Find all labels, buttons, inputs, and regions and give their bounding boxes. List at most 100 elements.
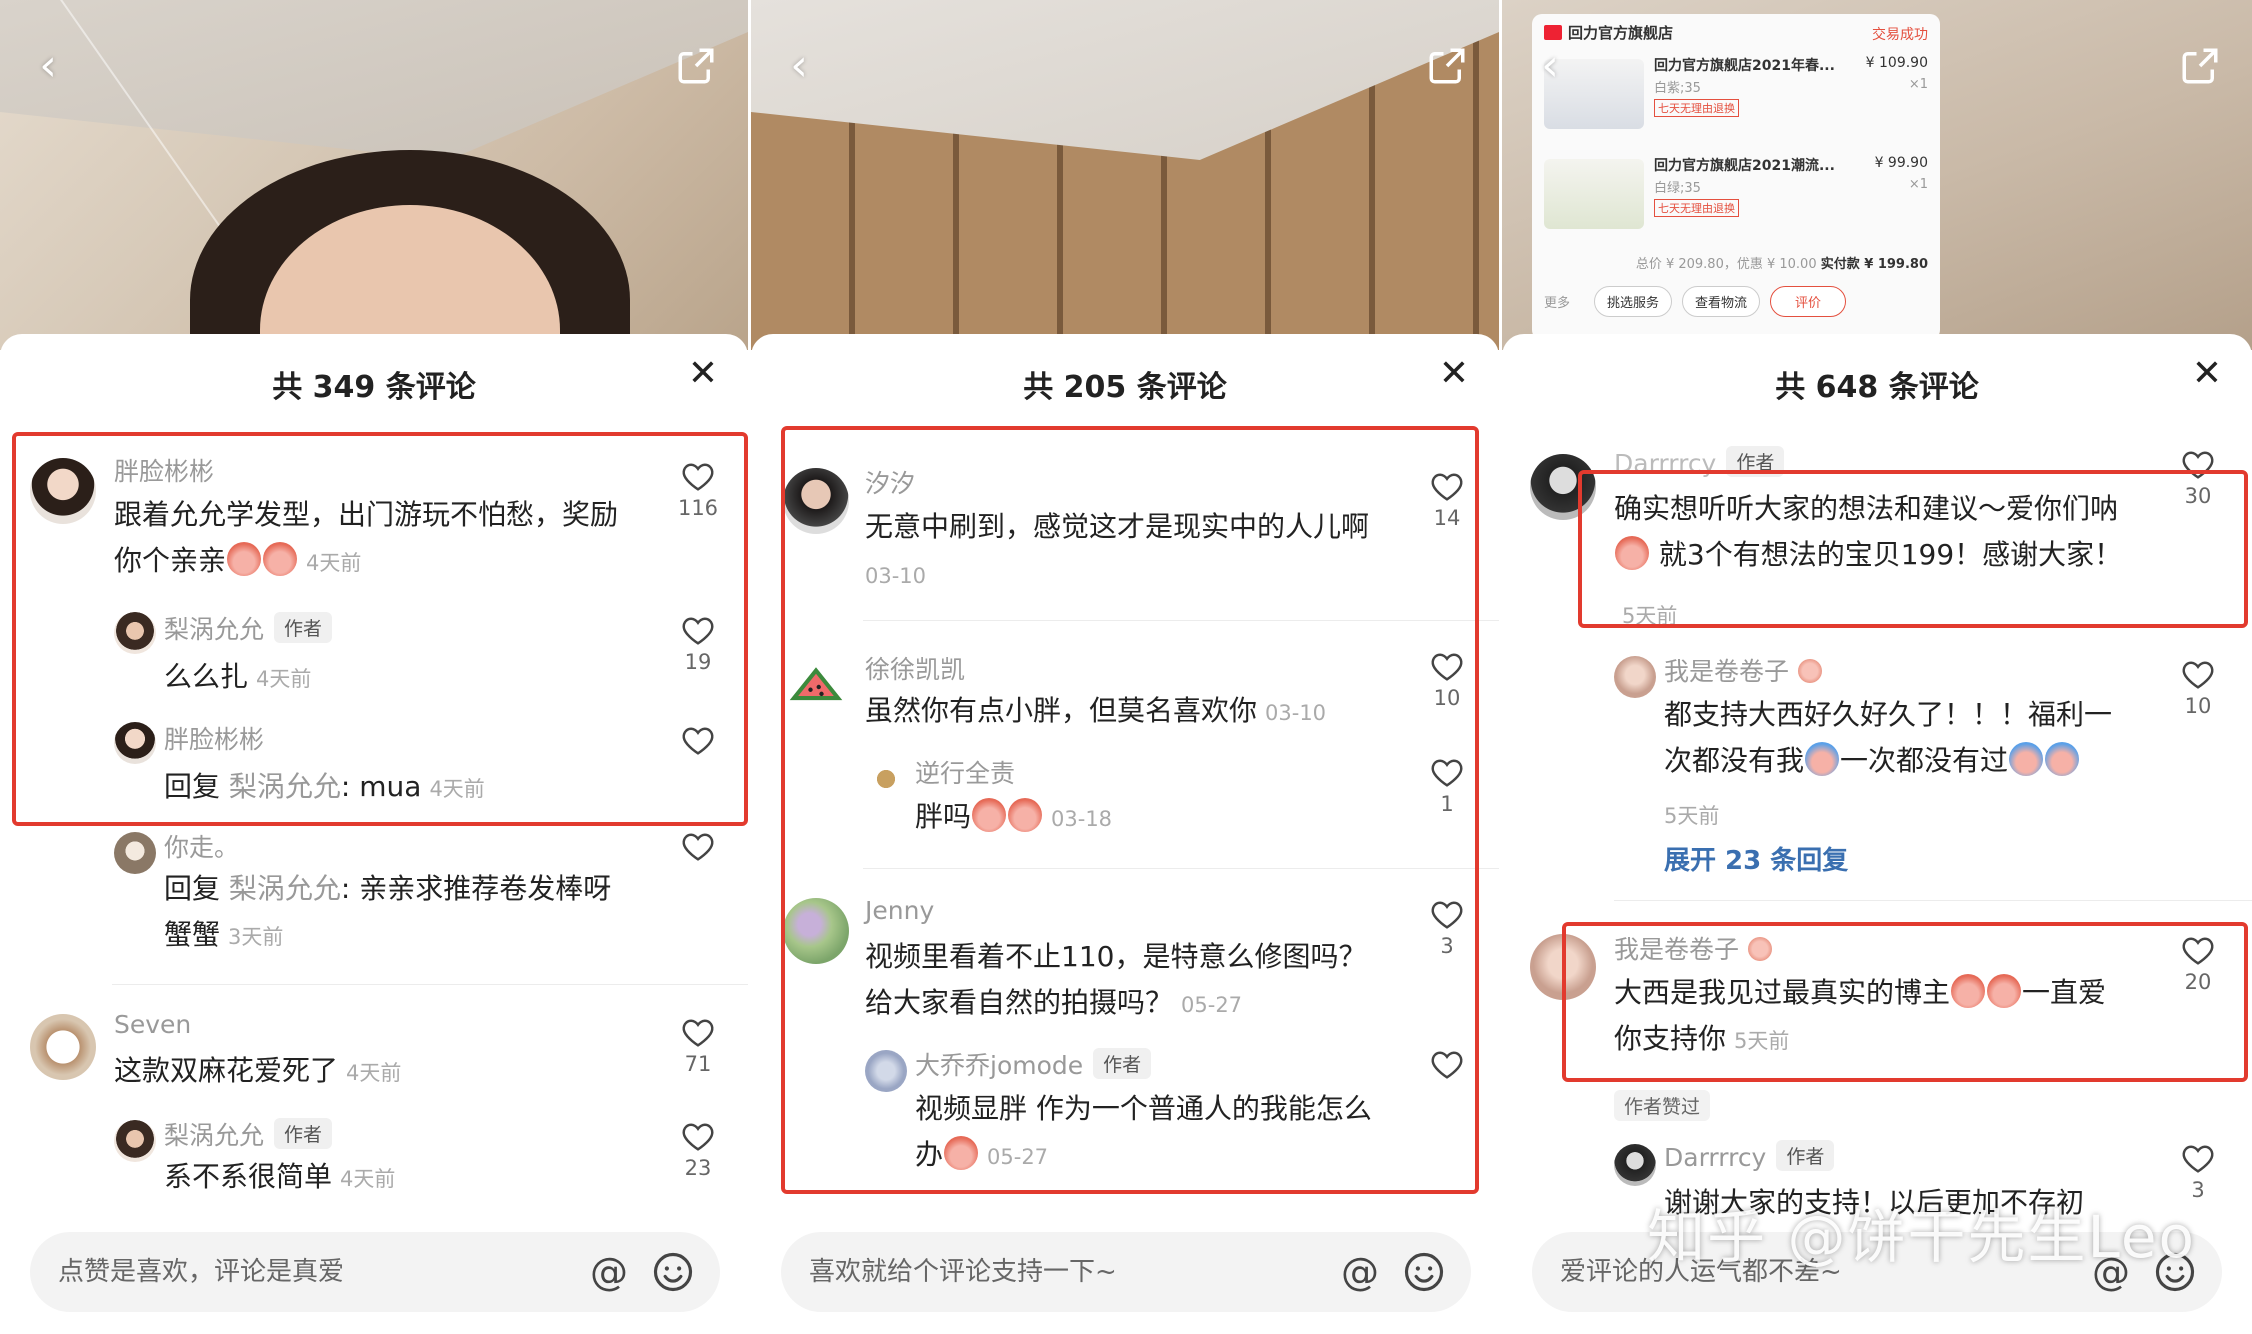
like-button[interactable]: 116 bbox=[668, 462, 728, 520]
comment-author[interactable]: 徐徐凯凯 bbox=[865, 650, 965, 686]
like-button[interactable]: 10 bbox=[2168, 660, 2228, 718]
close-icon[interactable]: ✕ bbox=[2192, 356, 2222, 392]
comment-time: 5天前 bbox=[1734, 1029, 1790, 1053]
avatar[interactable] bbox=[783, 654, 849, 720]
close-icon[interactable]: ✕ bbox=[1439, 356, 1469, 392]
avatar[interactable] bbox=[783, 468, 849, 534]
video-background: 回力官方旗舰店 交易成功 回力官方旗舰店2021年春... ¥ 109.90 白… bbox=[1502, 0, 2252, 350]
avatar[interactable] bbox=[1614, 656, 1656, 698]
comment-text: 跟着允允学发型，出门游玩不怕愁，奖励 bbox=[114, 498, 619, 531]
comment-author[interactable]: 我是卷卷子 bbox=[1664, 652, 1823, 688]
at-icon[interactable]: @ bbox=[588, 1251, 630, 1293]
comment-sheet: 共 349 条评论 ✕ 胖脸彬彬 跟着允允学发型，出门游玩不怕愁，奖励 你个亲亲… bbox=[0, 334, 748, 1334]
author-badge: 作者 bbox=[274, 1118, 333, 1149]
at-icon[interactable]: @ bbox=[1339, 1251, 1381, 1293]
avatar[interactable] bbox=[114, 612, 156, 654]
emoji-icon bbox=[944, 1136, 979, 1170]
comment-text: 大西是我见过最真实的博主 一直爱 bbox=[1614, 974, 2107, 1009]
share-icon[interactable] bbox=[672, 42, 720, 90]
emoji-icon bbox=[1008, 798, 1043, 832]
comment-author[interactable]: Darrrrcy 作者 bbox=[1664, 1140, 1835, 1172]
like-button[interactable] bbox=[668, 832, 728, 862]
comment-time: 4天前 bbox=[346, 1061, 402, 1085]
panel-1: ‹ 共 349 条评论 ✕ 胖脸彬彬 跟着允允学发型，出门游玩不怕愁，奖励 你个… bbox=[0, 0, 748, 1334]
like-button[interactable]: 3 bbox=[1417, 900, 1477, 958]
select-service-button[interactable]: 挑选服务 bbox=[1594, 286, 1673, 317]
comment-author[interactable]: 逆行全责 bbox=[915, 754, 1015, 790]
avatar[interactable] bbox=[30, 1014, 96, 1080]
product-price: ¥ 99.90 bbox=[1874, 155, 1928, 171]
emoji-icon bbox=[1797, 659, 1822, 683]
avatar[interactable] bbox=[1530, 454, 1596, 520]
comment-time: 05-27 bbox=[987, 1145, 1049, 1169]
comment-author[interactable]: 梨涡允允 作者 bbox=[164, 610, 333, 646]
like-button[interactable]: 23 bbox=[668, 1122, 728, 1180]
product-spec: 白绿;35 bbox=[1654, 181, 1701, 196]
comment-author[interactable]: Jenny bbox=[865, 896, 934, 925]
comment-author[interactable]: 胖脸彬彬 bbox=[164, 720, 264, 756]
like-button[interactable]: 19 bbox=[668, 616, 728, 674]
like-button[interactable]: 10 bbox=[1417, 652, 1477, 710]
comment-count-title: 共 349 条评论 bbox=[272, 370, 476, 405]
panel-2: ‹ 共 205 条评论 ✕ 汐汐 无意中刷到，感觉这才是现实中的人儿啊 03-1… bbox=[751, 0, 1499, 1334]
author-liked-tag: 作者赞过 bbox=[1614, 1090, 1711, 1121]
order-item[interactable]: 回力官方旗舰店2021年春... ¥ 109.90 白紫;35 ×1 七天无理由… bbox=[1544, 55, 1928, 143]
emoji-icon bbox=[263, 542, 298, 576]
avatar[interactable] bbox=[114, 1120, 156, 1162]
like-button[interactable] bbox=[1417, 1050, 1477, 1080]
panel-3: 回力官方旗舰店 交易成功 回力官方旗舰店2021年春... ¥ 109.90 白… bbox=[1502, 0, 2252, 1334]
like-count: 23 bbox=[684, 1156, 712, 1180]
emoji-icon bbox=[1987, 974, 2022, 1008]
like-button[interactable]: 71 bbox=[668, 1018, 728, 1076]
review-button[interactable]: 评价 bbox=[1770, 286, 1847, 317]
avatar[interactable] bbox=[1530, 934, 1596, 1000]
share-icon[interactable] bbox=[2176, 42, 2224, 90]
avatar[interactable] bbox=[865, 1050, 907, 1092]
like-count: 71 bbox=[684, 1052, 712, 1076]
comment-author[interactable]: 胖脸彬彬 bbox=[114, 452, 214, 488]
track-logistics-button[interactable]: 查看物流 bbox=[1682, 286, 1761, 317]
like-count: 14 bbox=[1433, 506, 1461, 530]
comment-input[interactable] bbox=[58, 1232, 578, 1312]
avatar[interactable] bbox=[114, 832, 156, 874]
back-icon[interactable]: ‹ bbox=[775, 42, 823, 90]
comment-time: 03-10 bbox=[865, 564, 927, 588]
heart-icon bbox=[1431, 653, 1463, 681]
comment-author[interactable]: 梨涡允允 作者 bbox=[164, 1116, 333, 1152]
like-button[interactable]: 1 bbox=[1417, 758, 1477, 816]
like-button[interactable] bbox=[668, 726, 728, 756]
back-icon[interactable]: ‹ bbox=[1526, 42, 1574, 90]
like-button[interactable]: 14 bbox=[1417, 472, 1477, 530]
like-count: 116 bbox=[677, 496, 719, 520]
avatar[interactable] bbox=[114, 722, 156, 764]
comment-text: 你个亲亲 4天前 bbox=[114, 542, 362, 577]
product-title: 回力官方旗舰店2021年春... bbox=[1654, 58, 1835, 74]
close-icon[interactable]: ✕ bbox=[688, 356, 718, 392]
comment-author[interactable]: 你走。 bbox=[164, 828, 239, 864]
comment-time: 4天前 bbox=[429, 777, 485, 801]
emoji-picker-icon[interactable] bbox=[1403, 1251, 1445, 1293]
comment-input-bar[interactable]: @ bbox=[781, 1232, 1471, 1312]
comment-author[interactable]: 我是卷卷子 bbox=[1614, 930, 1773, 966]
avatar[interactable] bbox=[783, 898, 849, 964]
share-icon[interactable] bbox=[1423, 42, 1471, 90]
emoji-picker-icon[interactable] bbox=[652, 1251, 694, 1293]
comment-author[interactable]: 汐汐 bbox=[865, 464, 915, 500]
avatar[interactable] bbox=[1614, 1144, 1656, 1186]
comment-author[interactable]: 大乔乔jomode 作者 bbox=[915, 1046, 1152, 1082]
like-button[interactable]: 30 bbox=[2168, 450, 2228, 508]
expand-replies-link[interactable]: 展开 23 条回复 bbox=[1664, 840, 1848, 877]
order-item[interactable]: 回力官方旗舰店2021潮流... ¥ 99.90 白绿;35 ×1 七天无理由退… bbox=[1544, 155, 1928, 243]
avatar[interactable] bbox=[865, 758, 907, 800]
store-name[interactable]: 回力官方旗舰店 bbox=[1544, 22, 1928, 43]
more-link[interactable]: 更多 bbox=[1544, 292, 1584, 311]
comment-input-bar[interactable]: @ bbox=[30, 1232, 720, 1312]
avatar[interactable] bbox=[30, 458, 96, 524]
emoji-icon bbox=[2009, 742, 2044, 776]
comment-author[interactable]: Seven bbox=[114, 1010, 191, 1039]
video-background bbox=[0, 0, 748, 455]
comment-input[interactable] bbox=[809, 1232, 1329, 1312]
comment-author[interactable]: Darrrrcy 作者 bbox=[1614, 446, 1785, 478]
like-button[interactable]: 20 bbox=[2168, 936, 2228, 994]
back-icon[interactable]: ‹ bbox=[24, 42, 72, 90]
